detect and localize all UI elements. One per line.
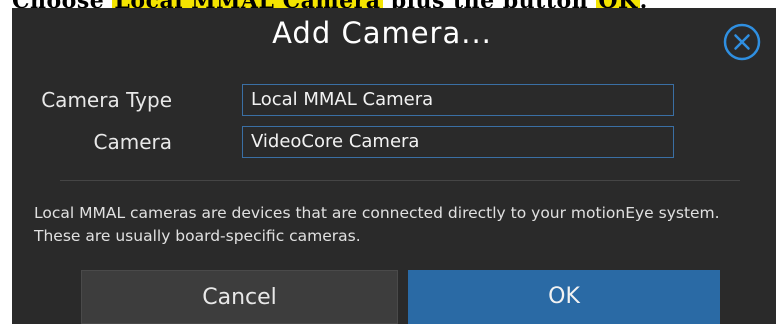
close-icon[interactable]	[723, 23, 761, 61]
cancel-button[interactable]: Cancel	[81, 270, 398, 324]
camera-select[interactable]: VideoCore Camera	[242, 126, 674, 158]
camera-type-label: Camera Type	[41, 88, 172, 112]
camera-type-select[interactable]: Local MMAL Camera	[242, 84, 674, 116]
camera-label: Camera	[93, 130, 173, 154]
camera-row: Camera VideoCore Camera	[12, 126, 712, 160]
divider	[60, 180, 740, 181]
page: Choose Local MMAL Camera plus the button…	[0, 0, 776, 324]
add-camera-dialog: Add Camera... Camera Type Local MMAL Cam…	[12, 8, 776, 324]
camera-description: Local MMAL cameras are devices that are …	[34, 204, 720, 245]
close-circle-icon	[723, 23, 761, 61]
dialog-title: Add Camera...	[272, 16, 492, 50]
camera-type-row: Camera Type Local MMAL Camera	[12, 84, 712, 118]
ok-button[interactable]: OK	[408, 270, 720, 324]
